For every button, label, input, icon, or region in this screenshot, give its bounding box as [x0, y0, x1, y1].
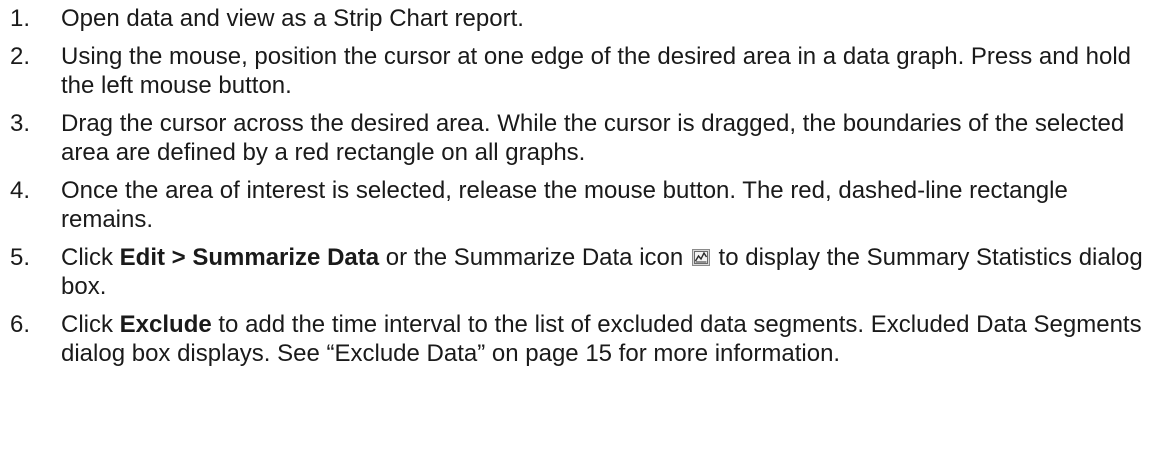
step-number: 2.	[10, 43, 31, 70]
step-number: 6.	[10, 311, 31, 338]
step-number: 3.	[10, 110, 31, 137]
step-number: 5.	[10, 244, 31, 271]
step-number: 4.	[10, 177, 31, 204]
step-text: Open data and view as a Strip Chart repo…	[61, 5, 524, 32]
step-4: 4. Once the area of interest is selected…	[0, 176, 1162, 234]
step-3: 3. Drag the cursor across the desired ar…	[0, 109, 1162, 167]
exclude-button-label: Exclude	[119, 311, 212, 338]
step-text: Drag the cursor across the desired area.…	[61, 110, 1125, 166]
step-text-prefix: Click	[61, 311, 120, 338]
step-text-suffix: to add the time interval to the list of …	[61, 311, 1142, 367]
step-2: 2. Using the mouse, position the cursor …	[0, 42, 1162, 100]
step-5: 5. Click Edit > Summarize Data or the Su…	[0, 243, 1162, 301]
step-text-prefix: Click	[61, 244, 120, 271]
step-6: 6. Click Exclude to add the time interva…	[0, 310, 1162, 368]
step-text: Once the area of interest is selected, r…	[61, 177, 1068, 233]
step-number: 1.	[10, 5, 31, 32]
procedure-steps: 1. Open data and view as a Strip Chart r…	[0, 0, 1162, 468]
step-text: Using the mouse, position the cursor at …	[61, 43, 1132, 99]
menu-path: Edit > Summarize Data	[119, 244, 380, 271]
step-text-middle: or the Summarize Data icon	[379, 244, 690, 271]
step-text: Click Edit > Summarize Data or the Summa…	[61, 244, 1143, 300]
step-text: Click Exclude to add the time interval t…	[61, 311, 1142, 367]
step-1: 1. Open data and view as a Strip Chart r…	[0, 4, 1162, 33]
summarize-data-icon	[691, 244, 710, 266]
